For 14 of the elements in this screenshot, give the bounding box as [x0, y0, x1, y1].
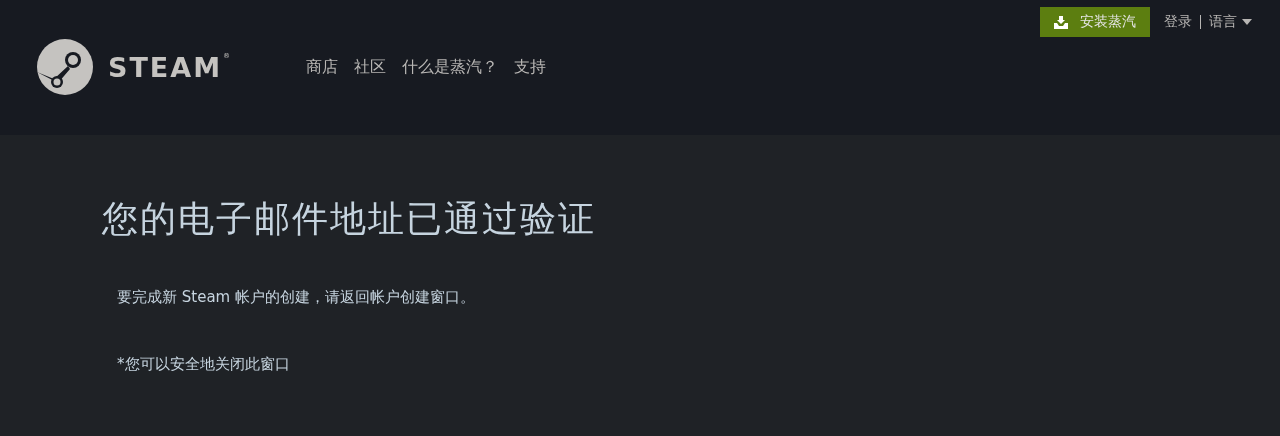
page-title: 您的电子邮件地址已通过验证 — [102, 197, 597, 241]
nav-link[interactable]: 支持 — [514, 56, 546, 78]
download-icon — [1052, 14, 1070, 30]
steam-logo-icon — [36, 38, 94, 96]
nav-link[interactable]: 社区 — [354, 56, 386, 78]
language-menu[interactable]: 语言 — [1209, 13, 1252, 31]
nav-link[interactable]: 商店 — [306, 56, 338, 78]
nav-link[interactable]: 什么是蒸汽？ — [402, 56, 498, 78]
message-text: 要完成新 Steam 帐户的创建，请返回帐户创建窗口。 — [117, 288, 476, 307]
install-button[interactable]: 安装蒸汽 — [1040, 7, 1150, 37]
note-text: *您可以安全地关闭此窗口 — [117, 355, 291, 374]
steam-wordmark: STEAM — [108, 51, 223, 83]
caret-icon — [1242, 19, 1252, 25]
login-link[interactable]: 登录 — [1164, 13, 1192, 31]
